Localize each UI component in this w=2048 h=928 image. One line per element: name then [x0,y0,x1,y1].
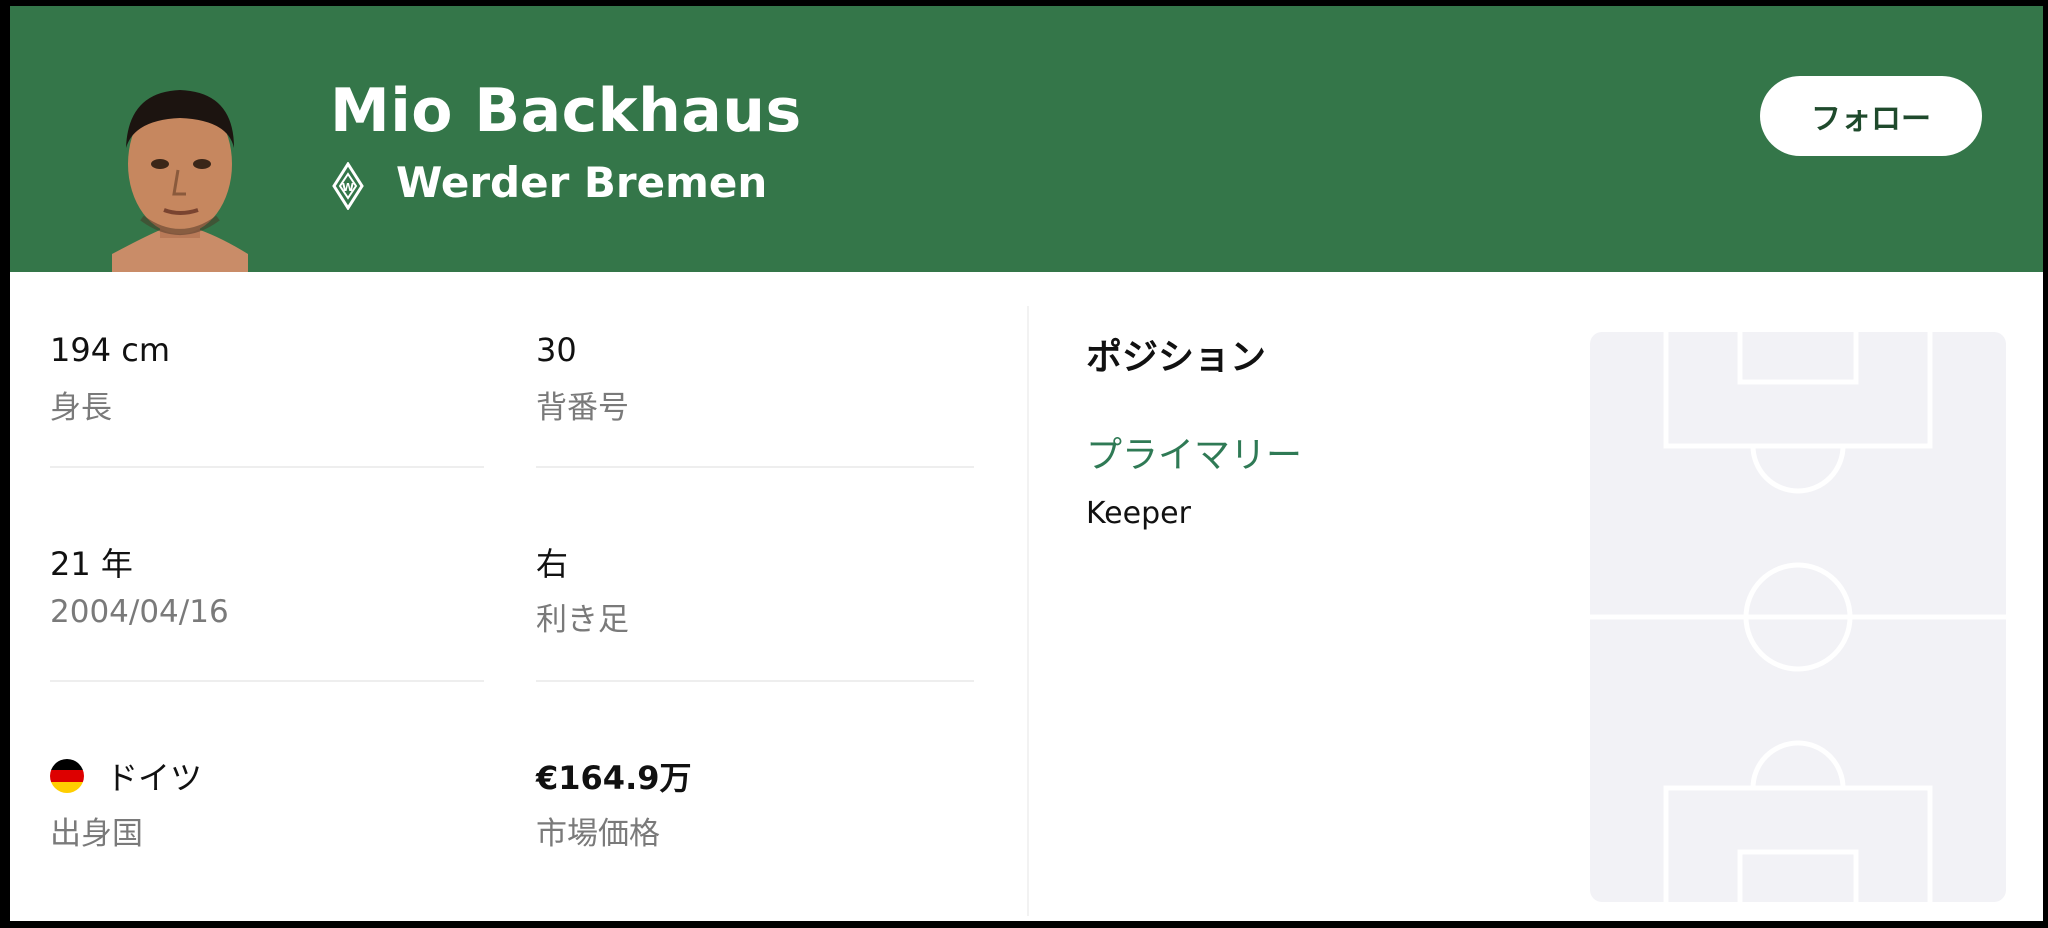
player-avatar [102,78,258,272]
follow-button[interactable]: フォロー [1760,76,1982,156]
stat-age: 21 年 2004/04/16 [50,542,229,634]
country-label: 出身国 [50,816,143,852]
germany-flag-icon [50,759,84,793]
shirt-number-label: 背番号 [536,390,629,426]
height-value: 194 cm [50,331,171,369]
primary-position-label: プライマリー [1086,435,1303,476]
preferred-foot-value: 右 [536,545,569,583]
player-name: Mio Backhaus [330,76,802,146]
country-name: ドイツ [106,759,203,797]
primary-position-value: Keeper [1086,496,1191,531]
player-card: Mio Backhaus W Werder Bremen フォロー 194 cm… [10,6,2043,921]
club-crest-icon: W [332,161,364,211]
age-value: 21 年 [50,545,133,583]
stat-shirt-number: 30 背番号 [536,330,629,426]
club-name: Werder Bremen [396,158,768,207]
market-value: €164.9万 [536,759,692,797]
stat-market-value: €164.9万 市場価格 [536,756,692,852]
shirt-number-value: 30 [536,331,577,369]
stat-preferred-foot: 右 利き足 [536,542,629,638]
stat-height: 194 cm 身長 [50,330,171,426]
divider [536,680,974,682]
pitch-diagram [1590,332,2006,902]
divider [50,680,484,682]
player-header: Mio Backhaus W Werder Bremen フォロー [10,6,2043,272]
country-value: ドイツ [50,756,203,797]
preferred-foot-label: 利き足 [536,602,629,638]
birthdate-label: 2004/04/16 [50,594,229,630]
stat-country: ドイツ 出身国 [50,756,203,852]
market-value-label: 市場価格 [536,816,660,852]
divider [50,466,484,468]
position-title: ポジション [1086,337,1267,378]
divider [536,466,974,468]
svg-text:W: W [342,181,354,194]
height-label: 身長 [50,390,112,426]
column-divider [1027,306,1029,916]
